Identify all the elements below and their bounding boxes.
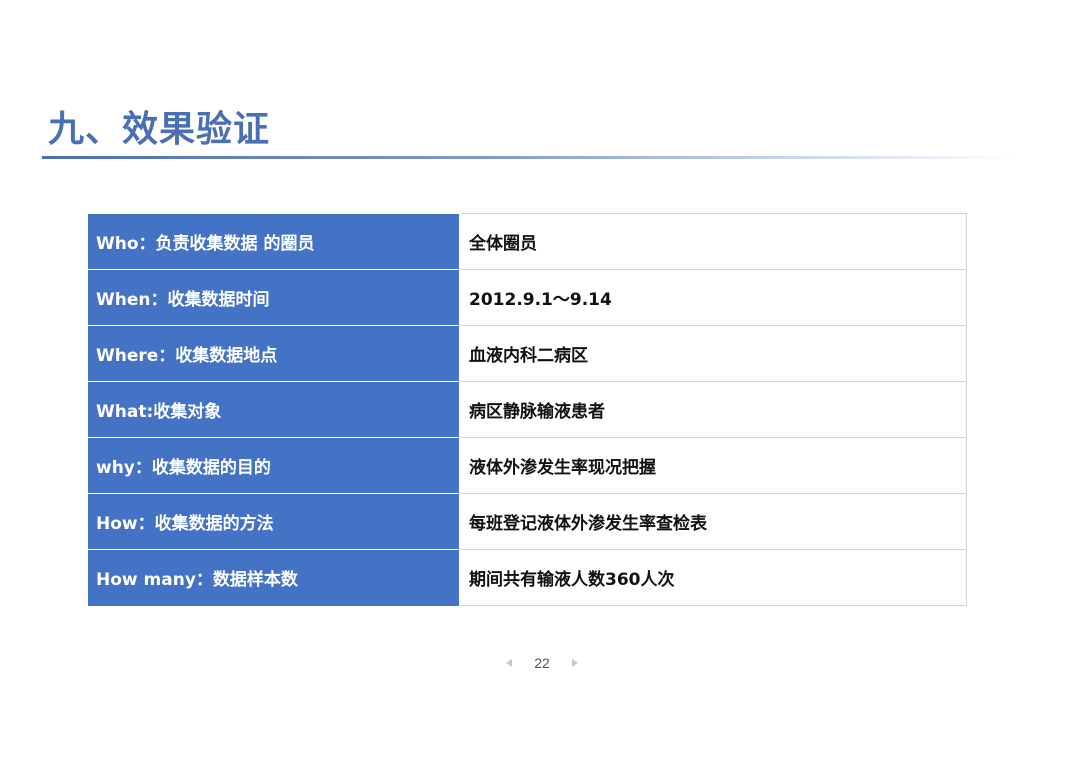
triangle-right-icon[interactable]: [571, 659, 578, 667]
row-value: 每班登记液体外渗发生率查检表: [460, 493, 967, 550]
page-navigator: 22: [500, 652, 580, 674]
row-key: How：收集数据的方法: [88, 493, 461, 550]
data-collection-table: Who：负责收集数据 的圈员 全体圈员 When：收集数据时间 2012.9.1…: [88, 213, 967, 606]
page-number: 22: [534, 655, 550, 671]
row-key: How many：数据样本数: [88, 549, 461, 606]
title-underline: [42, 156, 1020, 159]
row-value: 2012.9.1～9.14: [460, 269, 967, 326]
row-key: Who：负责收集数据 的圈员: [88, 213, 461, 270]
row-value: 病区静脉输液患者: [460, 381, 967, 438]
row-value: 液体外渗发生率现况把握: [460, 437, 967, 494]
table-row: Who：负责收集数据 的圈员 全体圈员: [88, 213, 967, 270]
table-row: What:收集对象 病区静脉输液患者: [88, 381, 967, 438]
row-value: 期间共有输液人数360人次: [460, 549, 967, 606]
row-value: 血液内科二病区: [460, 325, 967, 382]
table-row: Where：收集数据地点 血液内科二病区: [88, 325, 967, 382]
table-row: When：收集数据时间 2012.9.1～9.14: [88, 269, 967, 326]
slide: 九、效果验证 Who：负责收集数据 的圈员 全体圈员 When：收集数据时间 2…: [0, 0, 1080, 764]
slide-title: 九、效果验证: [48, 109, 271, 150]
table-row: How：收集数据的方法 每班登记液体外渗发生率查检表: [88, 493, 967, 550]
row-value: 全体圈员: [460, 213, 967, 270]
row-key: Where：收集数据地点: [88, 325, 461, 382]
row-key: When：收集数据时间: [88, 269, 461, 326]
table-row: How many：数据样本数 期间共有输液人数360人次: [88, 549, 967, 606]
row-key: What:收集对象: [88, 381, 461, 438]
table-row: why：收集数据的目的 液体外渗发生率现况把握: [88, 437, 967, 494]
triangle-left-icon[interactable]: [506, 659, 512, 667]
row-key: why：收集数据的目的: [88, 437, 461, 494]
